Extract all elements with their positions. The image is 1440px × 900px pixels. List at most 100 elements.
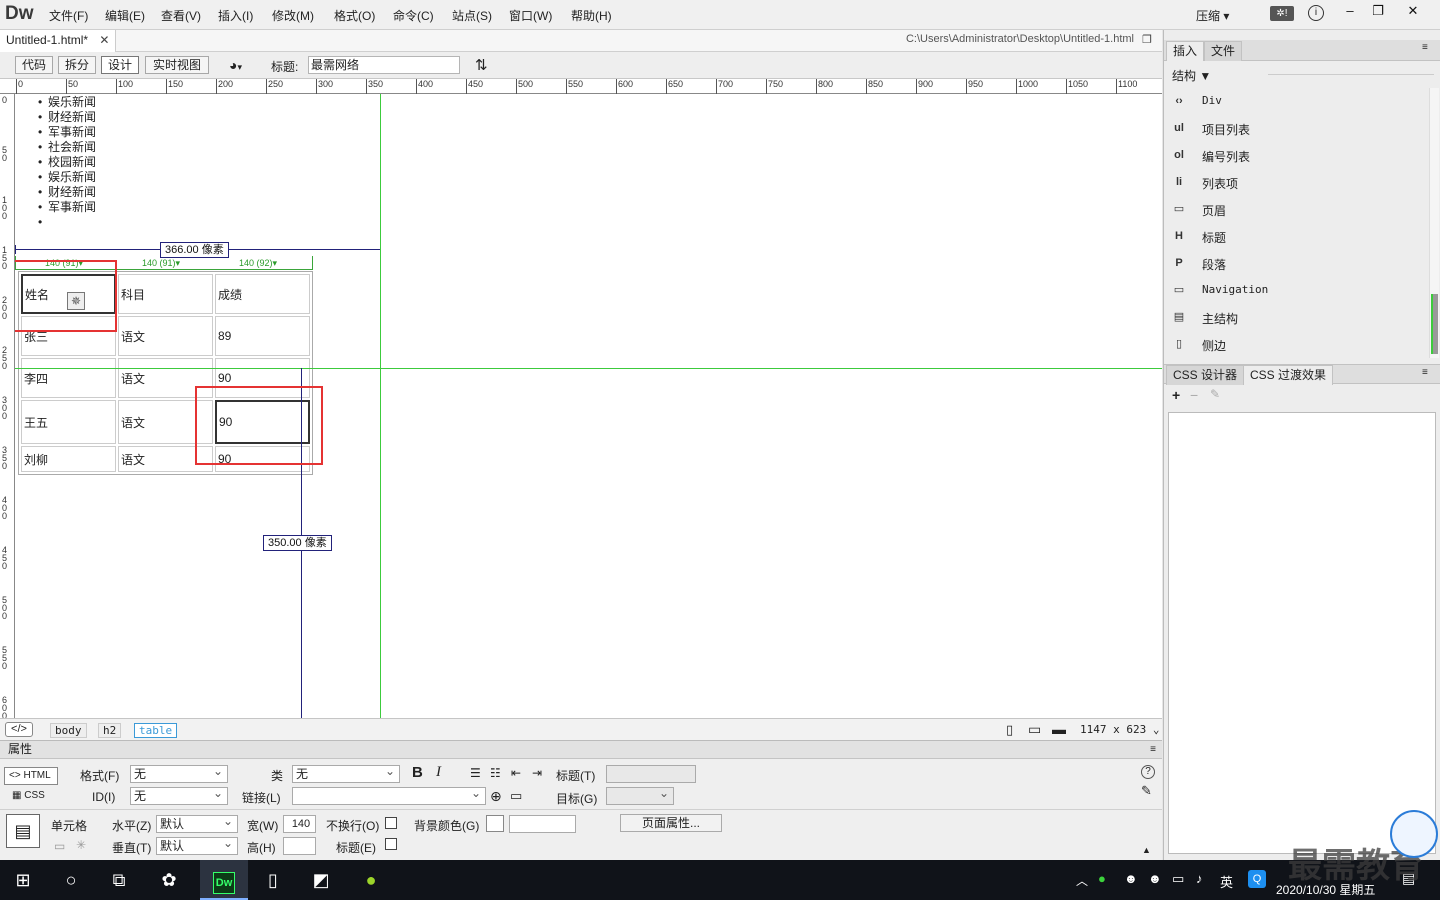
- notes-taskbar-icon[interactable]: ◩: [298, 860, 344, 900]
- menu-insert[interactable]: 插入(I): [218, 7, 253, 24]
- desktop-size-icon[interactable]: ▬: [1052, 721, 1066, 737]
- point-to-file-icon[interactable]: ⊕: [490, 788, 502, 805]
- insert-item[interactable]: ▯ 侧边: [1164, 331, 1422, 358]
- sync-settings-icon[interactable]: ✲!: [1270, 6, 1294, 21]
- edit-transition-icon[interactable]: ✎: [1210, 387, 1220, 401]
- close-tab-icon[interactable]: ✕: [99, 33, 109, 47]
- workspace-switcher[interactable]: 压缩 ▾: [1196, 7, 1229, 24]
- menu-commands[interactable]: 命令(C): [393, 7, 434, 24]
- link-input[interactable]: [292, 785, 486, 805]
- menu-modify[interactable]: 修改(M): [272, 7, 314, 24]
- quick-tag-editor-icon[interactable]: ✎: [1141, 783, 1152, 799]
- live-view-button[interactable]: 实时视图: [145, 56, 209, 74]
- qq-icon[interactable]: ☻: [1124, 871, 1138, 886]
- table-cell[interactable]: 王五: [21, 400, 116, 444]
- table-cell[interactable]: 李四: [21, 358, 116, 398]
- column-width-2[interactable]: 140 (91)▾: [142, 258, 180, 269]
- horizontal-guide[interactable]: [15, 368, 1162, 369]
- horz-select[interactable]: 默认: [156, 813, 238, 833]
- menu-format[interactable]: 格式(O): [334, 7, 375, 24]
- restore-doc-icon[interactable]: ❐: [1142, 33, 1152, 46]
- html-mode-button[interactable]: <> HTML: [4, 767, 58, 785]
- split-view-button[interactable]: 拆分: [58, 56, 96, 74]
- menu-view[interactable]: 查看(V): [161, 7, 201, 24]
- outdent-icon[interactable]: ⇤: [511, 766, 521, 780]
- tag-table[interactable]: table: [134, 723, 178, 738]
- restore-button[interactable]: ❐: [1362, 0, 1394, 24]
- insert-item[interactable]: H 标题: [1164, 223, 1422, 250]
- css-designer-tab[interactable]: CSS 设计器: [1166, 365, 1245, 385]
- insert-category[interactable]: 结构 ▼: [1172, 67, 1211, 84]
- globe-icon[interactable]: ◕▾: [229, 57, 242, 73]
- document-tab[interactable]: Untitled-1.html* ✕: [0, 30, 117, 52]
- assistant-bubble-icon[interactable]: [1390, 810, 1438, 858]
- ball-taskbar-icon[interactable]: ●: [348, 860, 394, 900]
- panel-options-icon[interactable]: ≡: [1422, 42, 1428, 53]
- table-cell[interactable]: 语文: [118, 316, 213, 356]
- column-width-3[interactable]: 140 (92)▾: [239, 258, 277, 269]
- search-icon[interactable]: ○: [48, 860, 94, 900]
- width-input[interactable]: 140: [283, 815, 316, 833]
- menu-file[interactable]: 文件(F): [49, 7, 88, 24]
- css-panel-options-icon[interactable]: ≡: [1422, 367, 1428, 378]
- insert-item[interactable]: ul 项目列表: [1164, 115, 1422, 142]
- insert-scroll-thumb[interactable]: [1431, 294, 1438, 354]
- collapse-arrow-icon[interactable]: ▲: [1142, 845, 1151, 855]
- insert-item[interactable]: P 段落: [1164, 250, 1422, 277]
- windows-start-icon[interactable]: ⊞: [0, 860, 46, 900]
- title-field[interactable]: [606, 765, 696, 783]
- menu-site[interactable]: 站点(S): [452, 7, 492, 24]
- ime-indicator[interactable]: 英: [1220, 872, 1233, 891]
- vertical-guide[interactable]: [380, 94, 381, 718]
- qq-browser-icon[interactable]: Q: [1248, 870, 1266, 888]
- css-mode-button[interactable]: ▦ CSS: [12, 790, 45, 801]
- format-select[interactable]: 无: [130, 763, 228, 783]
- window-size[interactable]: 1147 x 623 ⌄: [1080, 723, 1159, 736]
- files-tab[interactable]: 文件: [1204, 41, 1243, 61]
- insert-item[interactable]: ▭ Navigation: [1164, 277, 1422, 304]
- insert-item[interactable]: ol 编号列表: [1164, 142, 1422, 169]
- insert-scrollbar[interactable]: [1429, 88, 1439, 358]
- design-view-button[interactable]: 设计: [101, 56, 139, 74]
- code-view-button[interactable]: 代码: [15, 56, 53, 74]
- ordered-list-icon[interactable]: ☷: [490, 766, 501, 780]
- target-select[interactable]: [606, 785, 674, 805]
- menu-help[interactable]: 帮助(H): [571, 7, 612, 24]
- vert-select[interactable]: 默认: [156, 835, 238, 855]
- id-select[interactable]: 无: [130, 785, 228, 805]
- add-transition-icon[interactable]: +: [1172, 387, 1180, 403]
- tray-chevron-icon[interactable]: ︿: [1076, 872, 1088, 889]
- insert-item[interactable]: ‹› Div: [1164, 88, 1422, 115]
- file-transfer-icon[interactable]: ⇅: [475, 56, 488, 74]
- insert-item[interactable]: li 列表项: [1164, 169, 1422, 196]
- help-icon[interactable]: ?: [1141, 765, 1155, 779]
- browse-folder-icon[interactable]: ▭: [510, 788, 522, 804]
- menu-edit[interactable]: 编辑(E): [105, 7, 145, 24]
- bgcolor-swatch[interactable]: [486, 815, 504, 832]
- indent-icon[interactable]: ⇥: [532, 766, 542, 780]
- merge-cells-icon[interactable]: ▭: [54, 839, 65, 853]
- bold-button[interactable]: B: [412, 764, 423, 781]
- split-cells-icon[interactable]: ✳: [76, 838, 86, 852]
- app-icon[interactable]: ✿: [146, 860, 192, 900]
- menu-window[interactable]: 窗口(W): [509, 7, 552, 24]
- wechat-icon[interactable]: ●: [1098, 871, 1106, 886]
- italic-button[interactable]: I: [436, 764, 441, 781]
- insert-item[interactable]: ▤ 主结构: [1164, 304, 1422, 331]
- document-taskbar-icon[interactable]: ▯: [250, 860, 296, 900]
- class-select[interactable]: 无: [292, 763, 400, 783]
- page-title-input[interactable]: 最需网络: [308, 56, 460, 74]
- table-cell[interactable]: 科目: [118, 274, 213, 314]
- nowrap-checkbox[interactable]: [385, 817, 397, 829]
- table-cell[interactable]: 89: [215, 316, 310, 356]
- header-checkbox[interactable]: [385, 838, 397, 850]
- bgcolor-input[interactable]: [509, 815, 576, 833]
- qq2-icon[interactable]: ☻: [1148, 871, 1162, 886]
- remove-transition-icon[interactable]: −: [1190, 387, 1198, 403]
- mobile-size-icon[interactable]: ▯: [1006, 722, 1013, 738]
- info-icon[interactable]: i: [1308, 5, 1324, 21]
- panel-menu-icon[interactable]: ≡: [1150, 741, 1156, 758]
- table-cell[interactable]: 刘柳: [21, 446, 116, 472]
- code-navigator-icon[interactable]: </>: [5, 722, 33, 737]
- height-input[interactable]: [283, 837, 316, 855]
